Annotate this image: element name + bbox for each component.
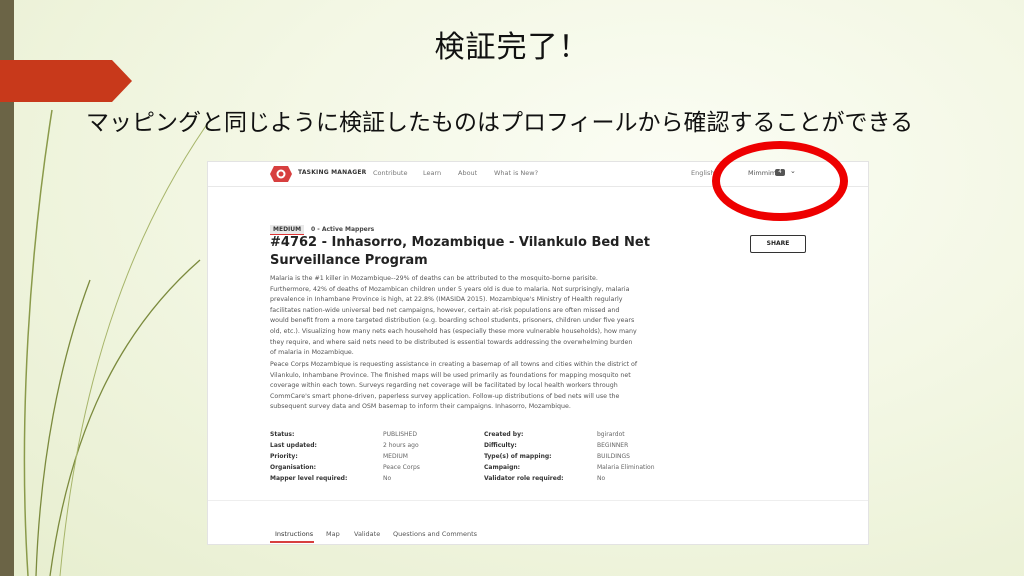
meta-mapper-level-label: Mapper level required: bbox=[270, 475, 348, 482]
tab-instructions[interactable]: Instructions bbox=[275, 530, 313, 538]
tab-questions-comments[interactable]: Questions and Comments bbox=[393, 530, 477, 538]
language-selector[interactable]: English bbox=[691, 169, 714, 177]
meta-mapper-level-value: No bbox=[383, 475, 392, 482]
meta-mapping-type-label: Type(s) of mapping: bbox=[484, 453, 552, 460]
logo-text[interactable]: TASKING MANAGER bbox=[298, 169, 366, 176]
highlight-ring bbox=[712, 141, 848, 221]
project-description-2: Peace Corps Mozambique is requesting ass… bbox=[270, 361, 638, 411]
meta-created-by-value: bgirardot bbox=[597, 431, 625, 438]
slide-subtitle: マッピングと同じように検証したものはプロフィールから確認することができる bbox=[86, 110, 914, 136]
meta-updated-label: Last updated: bbox=[270, 442, 317, 449]
accent-arrow-tab bbox=[0, 60, 132, 102]
tab-map[interactable]: Map bbox=[326, 530, 340, 538]
share-button[interactable]: SHARE bbox=[750, 235, 806, 253]
nav-link-learn[interactable]: Learn bbox=[423, 169, 441, 177]
meta-organisation-value: Peace Corps bbox=[383, 464, 420, 471]
meta-mapping-type-value: BUILDINGS bbox=[597, 453, 630, 460]
meta-difficulty-label: Difficulty: bbox=[484, 442, 517, 449]
meta-priority-value: MEDIUM bbox=[383, 453, 408, 460]
nav-link-whats-new[interactable]: What is New? bbox=[494, 169, 538, 177]
meta-campaign-value: Malaria Elimination bbox=[597, 464, 655, 471]
meta-validator-role-value: No bbox=[597, 475, 606, 482]
meta-priority-label: Priority: bbox=[270, 453, 298, 460]
nav-link-about[interactable]: About bbox=[458, 169, 477, 177]
meta-campaign-label: Campaign: bbox=[484, 464, 521, 471]
meta-difficulty-value: BEGINNER bbox=[597, 442, 629, 449]
hot-logo-icon[interactable] bbox=[270, 165, 292, 183]
meta-status-value: PUBLISHED bbox=[383, 431, 417, 438]
meta-validator-role-label: Validator role required: bbox=[484, 475, 564, 482]
tab-validate[interactable]: Validate bbox=[354, 530, 380, 538]
slide-title: 検証完了！ bbox=[434, 30, 590, 65]
meta-status-label: Status: bbox=[270, 431, 295, 438]
meta-updated-value: 2 hours ago bbox=[383, 442, 419, 449]
nav-link-contribute[interactable]: Contribute bbox=[373, 169, 407, 177]
content-divider bbox=[208, 500, 868, 501]
meta-created-by-label: Created by: bbox=[484, 431, 524, 438]
active-mappers: 0 - Active Mappers bbox=[311, 226, 375, 233]
meta-organisation-label: Organisation: bbox=[270, 464, 317, 471]
project-title: #4762 - Inhasorro, Mozambique - Vilankul… bbox=[270, 235, 650, 268]
project-description-1: Malaria is the #1 killer in Mozambique--… bbox=[270, 275, 637, 357]
active-tab-indicator bbox=[270, 541, 314, 543]
